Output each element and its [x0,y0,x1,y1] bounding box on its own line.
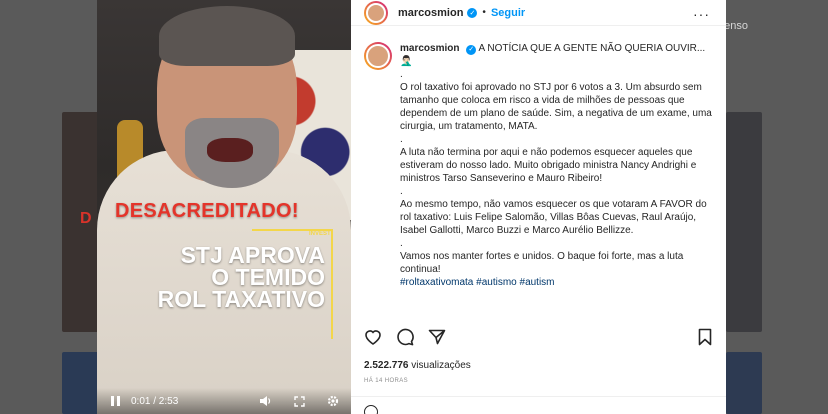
person-hair [159,6,295,66]
comment-icon[interactable] [396,328,414,346]
caption-dot: . [400,69,403,80]
post-actions [364,328,714,346]
verified-badge-icon: ✓ [467,7,478,18]
post-panel: marcosmion ✓ • Seguir ··· marcosmion ✓ A… [351,0,726,414]
views-label: visualizações [411,360,471,371]
video-player[interactable]: DESACREDITADO! INVEST STJ APROVA O TEMID… [97,0,351,414]
post-header: marcosmion ✓ • Seguir ··· [351,0,726,26]
volume-icon[interactable] [259,395,272,407]
avatar[interactable] [364,0,388,25]
video-time: 0:01 / 2:53 [131,395,179,407]
caption-hashtags[interactable]: #roltaxativomata #autismo #autism [400,276,714,289]
caption-body: marcosmion ✓ A NOTÍCIA QUE A GENTE NÃO Q… [400,42,714,289]
headline-line: ROL TAXATIVO [157,286,325,312]
video-headline-white: STJ APROVA O TEMIDO ROL TAXATIVO [157,242,325,312]
caption-paragraph: O rol taxativo foi aprovado no STJ por 6… [400,82,712,132]
caption-dot: . [400,134,403,145]
background-post-thumbnail[interactable] [726,352,762,414]
video-tag: INVEST [309,231,331,237]
caption-dot: . [400,238,403,249]
video-headline-red: DESACREDITADO! [115,200,299,222]
caption-username[interactable]: marcosmion [400,43,459,54]
background-post-thumbnail[interactable] [726,112,762,332]
settings-icon[interactable] [327,395,339,407]
caption-paragraph: Ao mesmo tempo, não vamos esquecer os qu… [400,199,707,236]
more-options-button[interactable]: ··· [693,6,710,22]
views-number: 2.522.776 [364,360,409,371]
emoji-icon[interactable] [364,405,378,414]
pause-icon[interactable] [109,395,121,407]
post-time-ago: HÁ 14 HORAS [364,378,409,384]
share-icon[interactable] [428,328,446,346]
fullscreen-icon[interactable] [294,395,305,407]
caption-paragraph: A luta não termina por aqui e não podemo… [400,147,697,184]
post-username[interactable]: marcosmion [398,7,463,19]
yellow-accent-bar [331,229,333,339]
caption-paragraph: Vamos nos manter fortes e unidos. O baqu… [400,251,684,275]
like-heart-icon[interactable] [364,328,382,346]
background-text: enso [724,20,748,32]
divider [351,396,726,397]
headline-line: STJ APROVA [180,242,325,268]
bookmark-icon[interactable] [696,328,714,346]
headline-line: O TEMIDO [211,264,325,290]
background-post-thumbnail[interactable] [62,352,102,414]
caption-dot: . [400,186,403,197]
person-mouth [207,138,253,162]
views-count: 2.522.776 visualizações [364,360,471,371]
video-controls: 0:01 / 2:53 [97,388,351,414]
background-red-text: D [80,210,92,227]
caption-avatar[interactable] [364,42,392,70]
separator: • [482,7,486,18]
follow-button[interactable]: Seguir [491,7,525,19]
verified-badge-icon: ✓ [466,44,477,55]
post-caption: marcosmion ✓ A NOTÍCIA QUE A GENTE NÃO Q… [364,42,714,289]
